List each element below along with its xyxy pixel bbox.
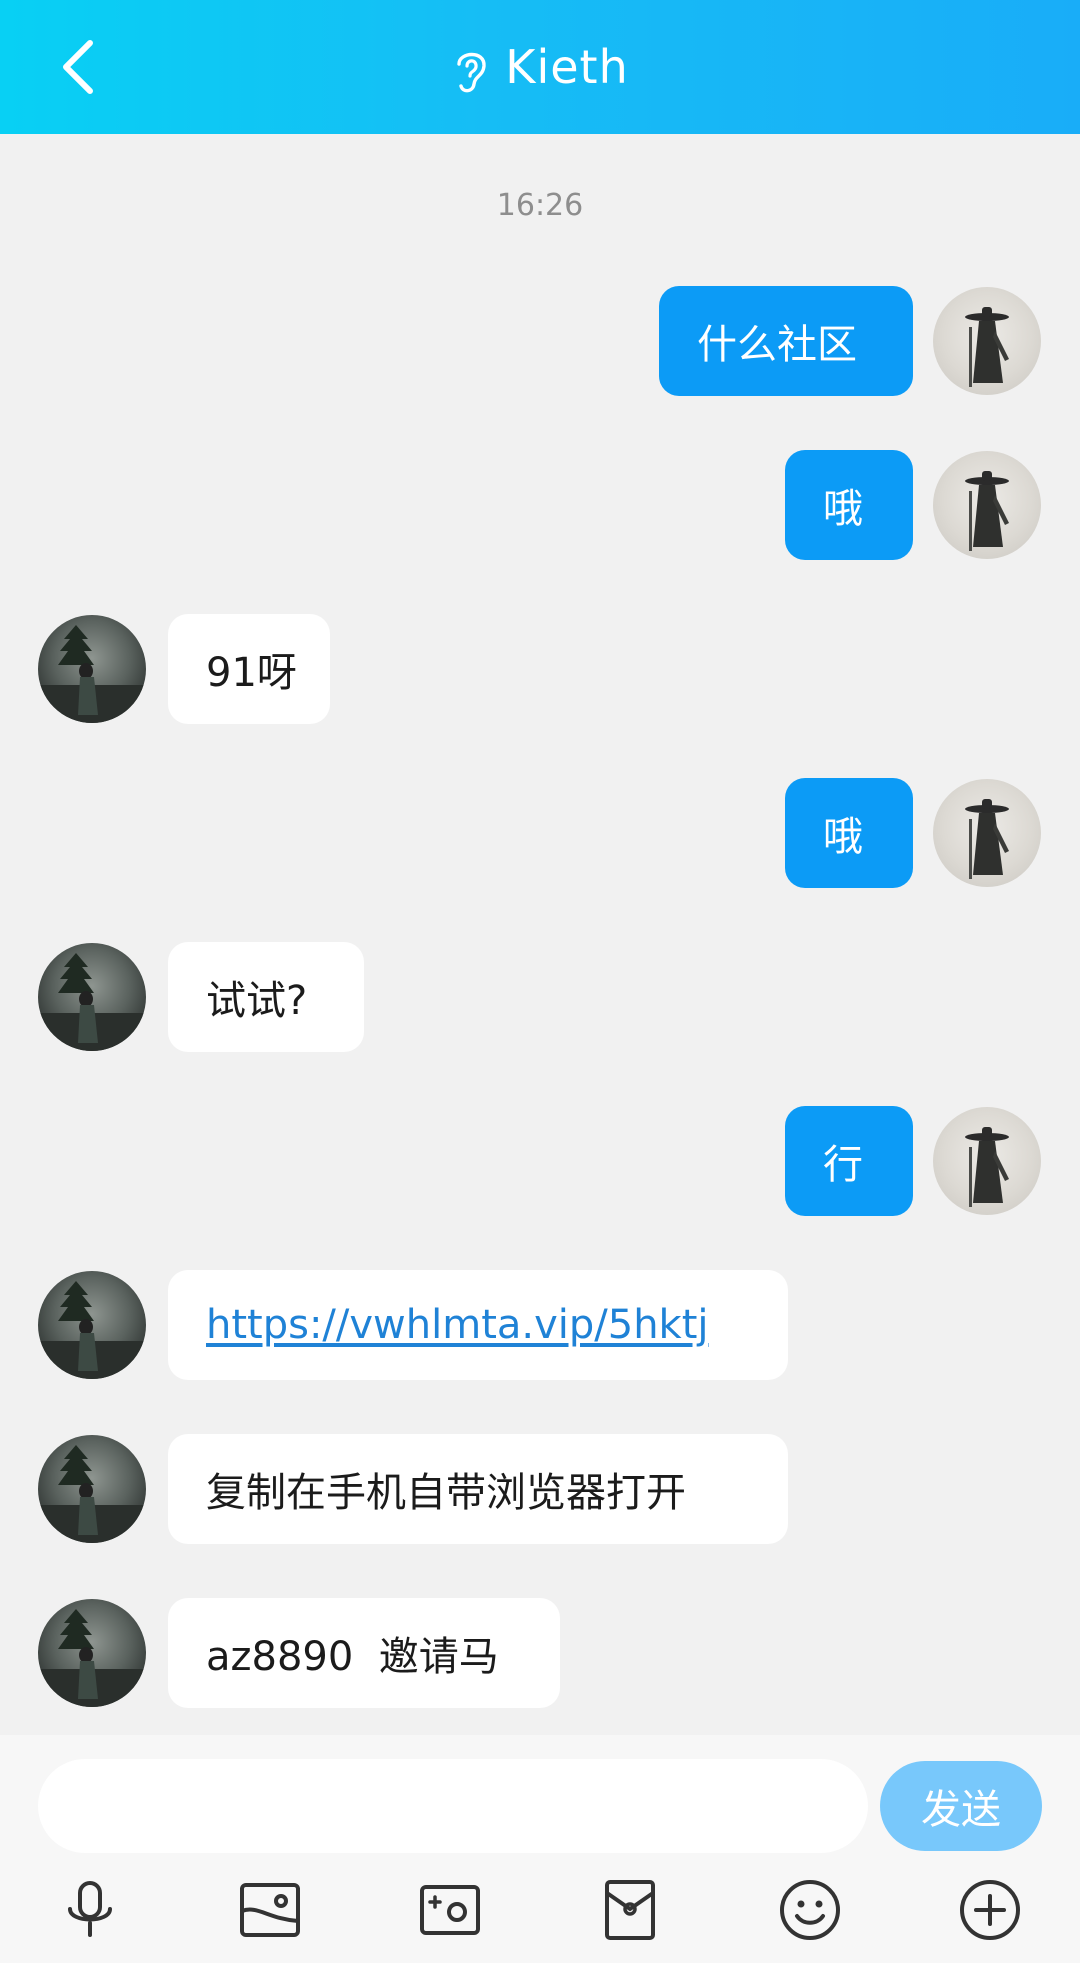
message-bubble-sent[interactable]: 哦 bbox=[785, 778, 913, 888]
plus-icon bbox=[960, 1880, 1020, 1940]
figure-in-landscape-icon bbox=[38, 625, 146, 723]
chat-screen: Kieth 16:26 什么社区 哦 91呀 哦 试试? 行 https://v… bbox=[0, 0, 1080, 1963]
figure-silhouette-icon bbox=[965, 1127, 1009, 1207]
contact-avatar[interactable] bbox=[38, 1599, 146, 1707]
message-bubble-received[interactable]: 复制在手机自带浏览器打开 bbox=[168, 1434, 788, 1544]
chat-header: Kieth bbox=[0, 0, 1080, 134]
contact-avatar[interactable] bbox=[38, 1435, 146, 1543]
camera-button[interactable] bbox=[410, 1870, 490, 1950]
message-text: 哦 bbox=[823, 814, 863, 860]
my-avatar[interactable] bbox=[933, 451, 1041, 559]
message-bubble-received[interactable]: https://vwhlmta.vip/5hktj bbox=[168, 1270, 788, 1380]
image-icon bbox=[240, 1883, 300, 1937]
my-avatar[interactable] bbox=[933, 779, 1041, 887]
my-avatar[interactable] bbox=[933, 1107, 1041, 1215]
message-text: 哦 bbox=[823, 486, 863, 532]
message-text: 复制在手机自带浏览器打开 bbox=[206, 1470, 686, 1516]
message-bubble-received[interactable]: 91呀 bbox=[168, 614, 330, 724]
message-link[interactable]: https://vwhlmta.vip/5hktj bbox=[206, 1302, 709, 1348]
contact-avatar[interactable] bbox=[38, 943, 146, 1051]
more-button[interactable] bbox=[950, 1870, 1030, 1950]
red-packet-button[interactable] bbox=[590, 1870, 670, 1950]
ear-icon bbox=[457, 52, 486, 93]
figure-in-landscape-icon bbox=[38, 1281, 146, 1379]
figure-silhouette-icon bbox=[965, 307, 1009, 387]
figure-silhouette-icon bbox=[965, 799, 1009, 879]
message-bubble-sent[interactable]: 哦 bbox=[785, 450, 913, 560]
message-text: 什么社区 bbox=[697, 322, 857, 368]
composer-toolbar bbox=[0, 1870, 1080, 1950]
message-text: 91呀 bbox=[206, 650, 297, 696]
emoji-icon bbox=[780, 1880, 840, 1940]
red-packet-icon bbox=[605, 1880, 655, 1940]
figure-in-landscape-icon bbox=[38, 1445, 146, 1543]
message-bubble-sent[interactable]: 行 bbox=[785, 1106, 913, 1216]
figure-in-landscape-icon bbox=[38, 953, 146, 1051]
emoji-button[interactable] bbox=[770, 1870, 850, 1950]
chat-title-area: Kieth bbox=[0, 0, 1080, 134]
send-button[interactable]: 发送 bbox=[880, 1761, 1042, 1851]
message-timestamp: 16:26 bbox=[496, 188, 584, 223]
my-avatar[interactable] bbox=[933, 287, 1041, 395]
contact-avatar[interactable] bbox=[38, 615, 146, 723]
voice-button[interactable] bbox=[50, 1870, 130, 1950]
message-text: 行 bbox=[823, 1142, 863, 1188]
figure-in-landscape-icon bbox=[38, 1609, 146, 1707]
message-input[interactable] bbox=[38, 1759, 868, 1853]
message-bubble-sent[interactable]: 什么社区 bbox=[659, 286, 913, 396]
message-text: 试试? bbox=[206, 978, 308, 1024]
message-text: az8890 邀请马 bbox=[206, 1634, 499, 1680]
image-button[interactable] bbox=[230, 1870, 310, 1950]
chat-title: Kieth bbox=[505, 40, 629, 94]
message-composer: 发送 bbox=[0, 1735, 1080, 1963]
contact-avatar[interactable] bbox=[38, 1271, 146, 1379]
figure-silhouette-icon bbox=[965, 471, 1009, 551]
message-bubble-received[interactable]: 试试? bbox=[168, 942, 364, 1052]
message-bubble-received[interactable]: az8890 邀请马 bbox=[168, 1598, 560, 1708]
microphone-icon bbox=[68, 1881, 112, 1937]
camera-icon bbox=[420, 1885, 480, 1935]
